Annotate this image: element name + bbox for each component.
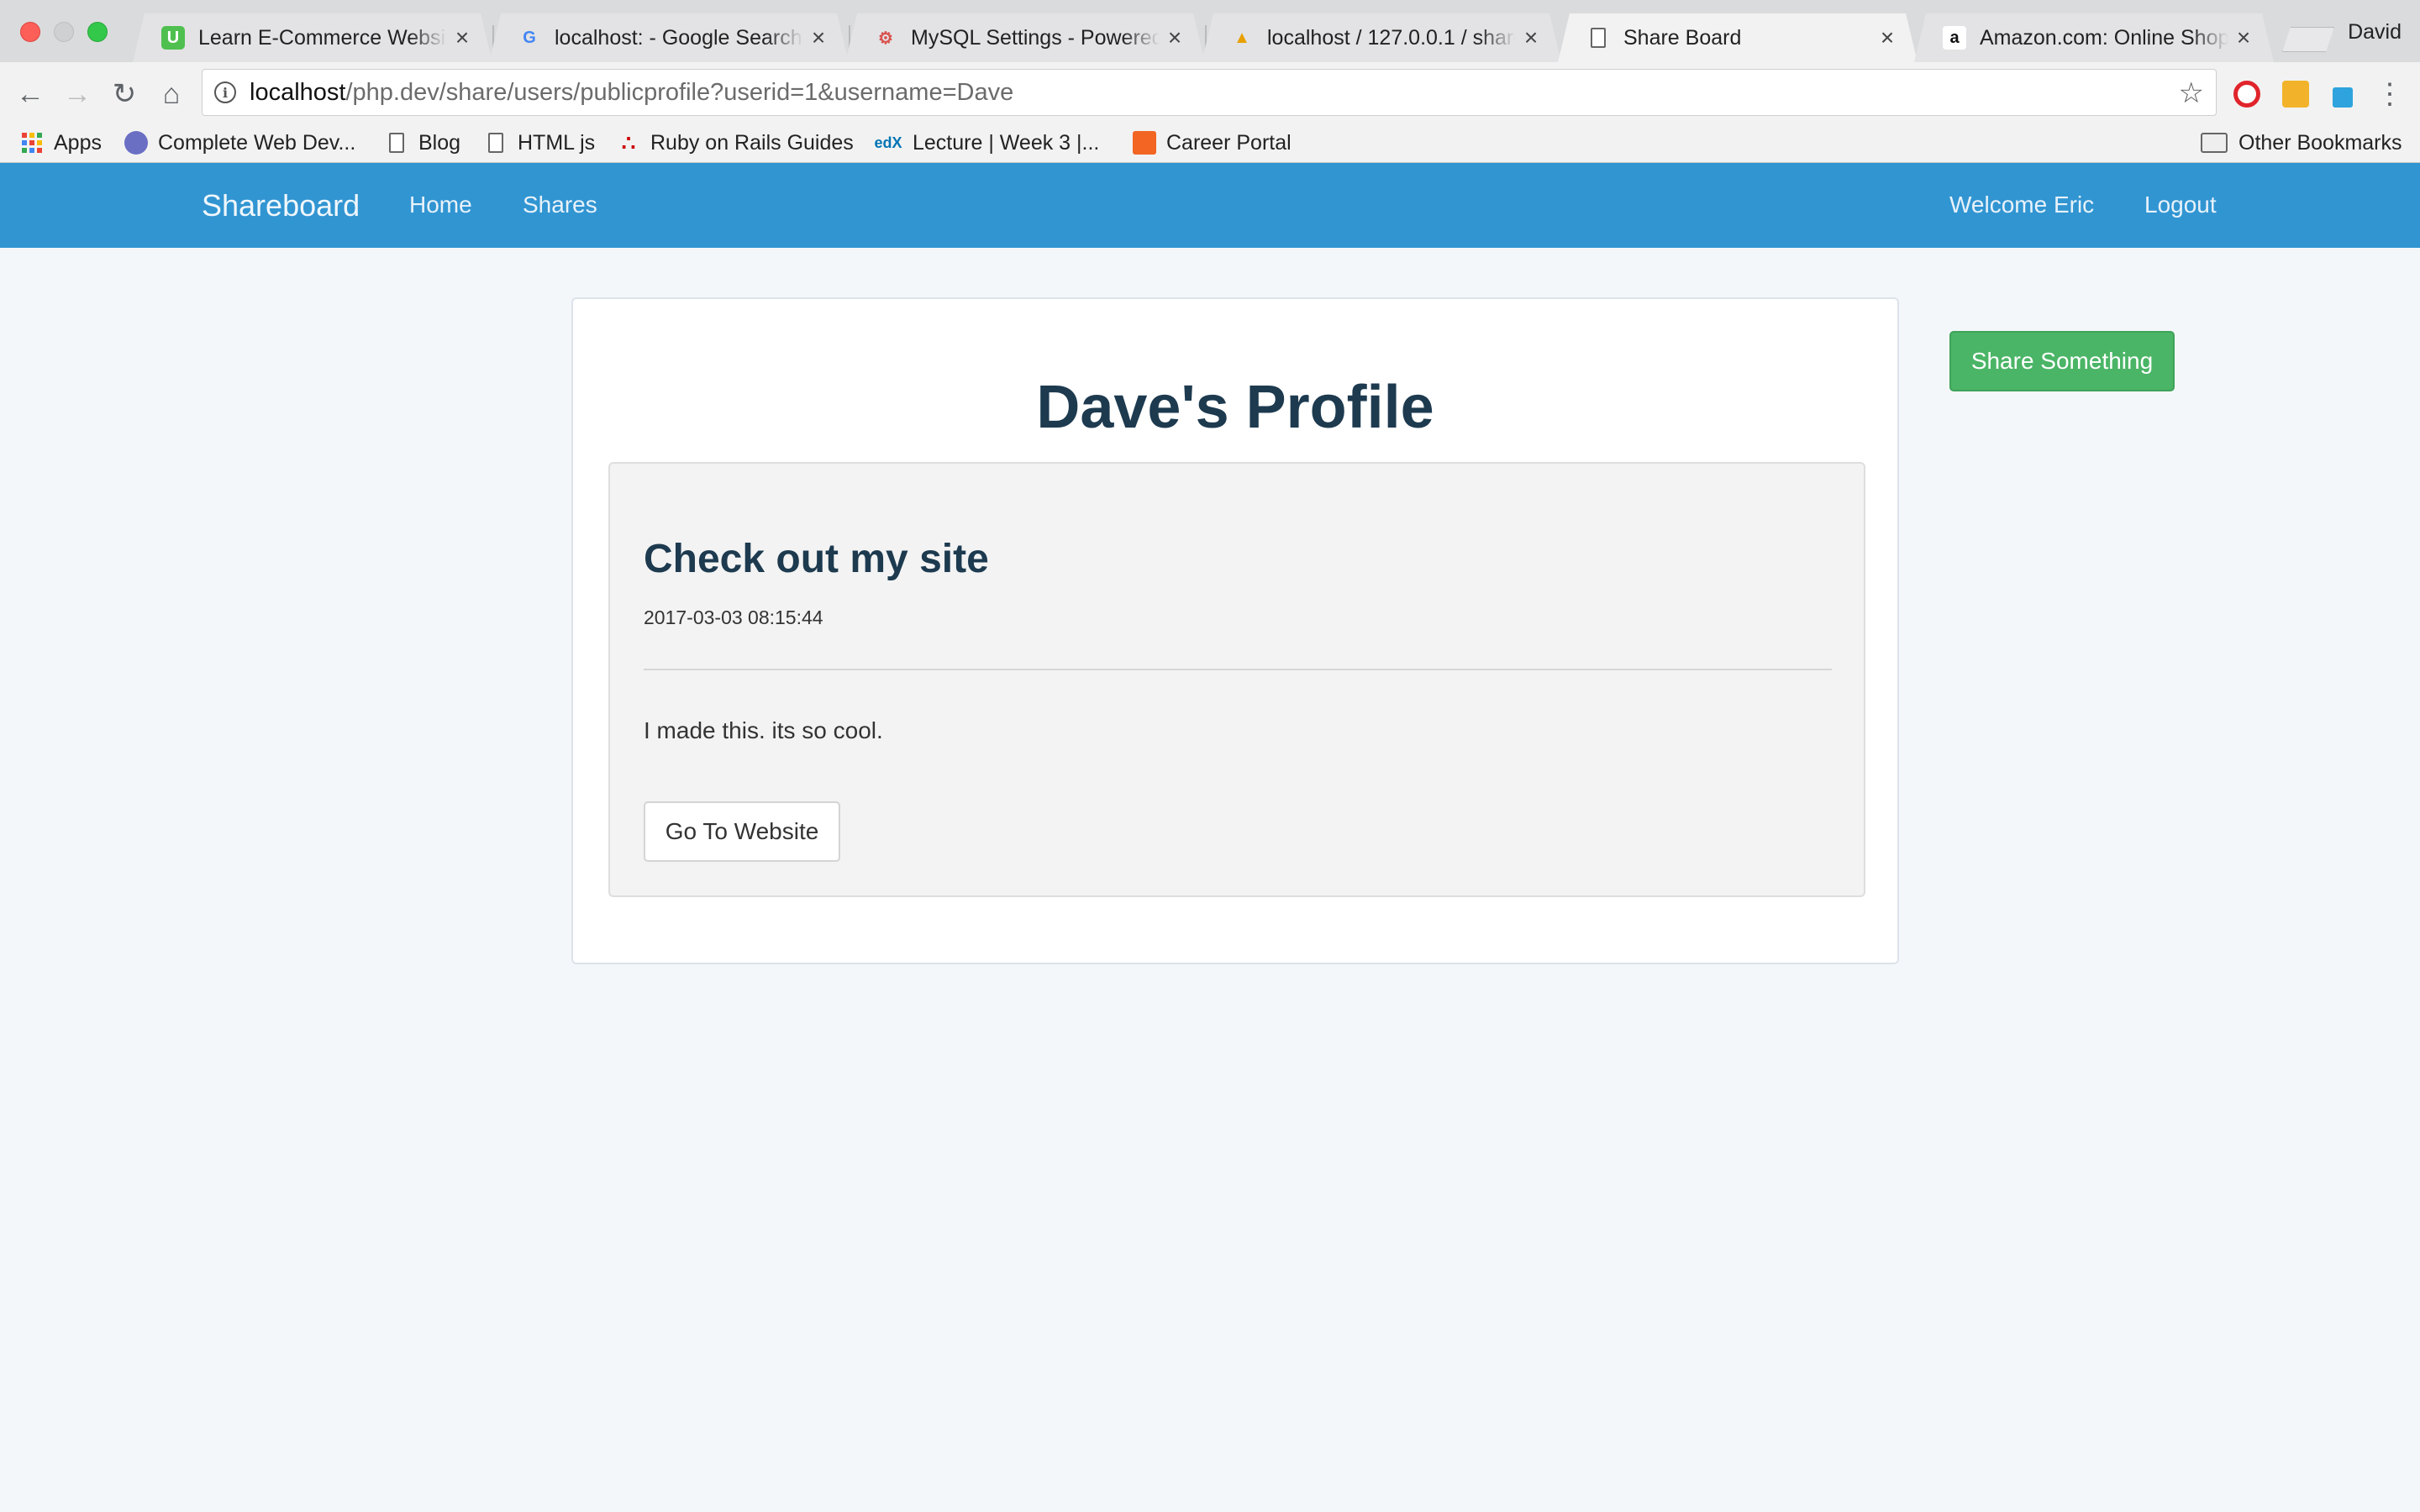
- phpmyadmin-icon: ▲: [1234, 28, 1250, 47]
- home-icon[interactable]: ⌂: [155, 77, 188, 111]
- tab-close-icon[interactable]: ×: [1516, 24, 1546, 51]
- window-close-button[interactable]: [20, 22, 40, 42]
- tab-title: Learn E-Commerce Website: [198, 25, 447, 50]
- extension-icon[interactable]: [2282, 81, 2309, 108]
- amazon-icon: a: [1943, 26, 1966, 50]
- folder-icon: [2200, 131, 2228, 155]
- browser-tab[interactable]: G localhost: - Google Search ×: [489, 13, 850, 62]
- browser-tab[interactable]: ▲ localhost / 127.0.0.1 / share ×: [1202, 13, 1561, 62]
- share-something-button[interactable]: Share Something: [1949, 331, 2175, 391]
- browser-menu-icon[interactable]: ⋮: [2373, 77, 2407, 111]
- bookmark-apps[interactable]: Apps: [20, 128, 102, 158]
- share-title: Check out my site: [644, 537, 989, 581]
- address-bar[interactable]: i localhost/php.dev/share/users/publicpr…: [202, 69, 2217, 116]
- bookmark-career-portal[interactable]: Career Portal: [1133, 128, 1292, 158]
- page-title: Dave's Profile: [1036, 374, 1434, 441]
- bookmark-lecture-week-3[interactable]: edX Lecture | Week 3 |...: [874, 128, 1099, 158]
- tab-title: Amazon.com: Online Shopp: [1980, 25, 2228, 50]
- nav-link-shares[interactable]: Shares: [523, 192, 597, 218]
- browser-tab[interactable]: a Amazon.com: Online Shopp ×: [1914, 13, 2274, 62]
- bookmark-complete-web-dev[interactable]: Complete Web Dev...: [124, 128, 355, 158]
- browser-profile-name[interactable]: David: [2348, 20, 2402, 45]
- go-to-website-button[interactable]: Go To Website: [644, 801, 840, 862]
- edx-icon: edX: [874, 134, 902, 151]
- bookmark-other-bookmarks[interactable]: Other Bookmarks: [2200, 128, 2402, 158]
- site-navbar: Shareboard Home Shares Welcome Eric Logo…: [0, 163, 2420, 248]
- browser-tab[interactable]: ⚙ MySQL Settings - Powered ×: [845, 13, 1207, 62]
- opera-extension-icon[interactable]: [2233, 81, 2260, 108]
- tab-close-icon[interactable]: ×: [1160, 24, 1190, 51]
- back-arrow-icon[interactable]: ←: [13, 77, 47, 111]
- google-icon: G: [523, 28, 536, 47]
- share-body: I made this. its so cool.: [644, 717, 883, 743]
- new-tab-button[interactable]: [2282, 27, 2334, 52]
- window-minimize-button[interactable]: [54, 22, 74, 42]
- tab-close-icon[interactable]: ×: [2228, 24, 2259, 51]
- apps-grid-icon: [20, 131, 44, 155]
- udemy-icon: U: [161, 26, 185, 50]
- tab-close-icon[interactable]: ×: [447, 24, 477, 51]
- divider: [644, 669, 1832, 670]
- site-info-icon[interactable]: i: [214, 81, 236, 103]
- bookmark-star-icon[interactable]: ☆: [2179, 76, 2204, 110]
- page-icon: [1586, 26, 1610, 50]
- browser-tab[interactable]: U Learn E-Commerce Website ×: [133, 13, 494, 62]
- browser-tab-active[interactable]: Share Board ×: [1558, 13, 1918, 62]
- bookmarks-bar: Apps Complete Web Dev... Blog HTML js ∴ …: [0, 123, 2420, 163]
- tab-close-icon[interactable]: ×: [803, 24, 834, 51]
- browser-tab-strip: U Learn E-Commerce Website × G localhost…: [0, 0, 2420, 62]
- page-icon: [385, 131, 408, 155]
- share-timestamp: 2017-03-03 08:15:44: [644, 606, 823, 628]
- nav-welcome-link[interactable]: Welcome Eric: [1949, 192, 2094, 218]
- nav-link-home[interactable]: Home: [409, 192, 472, 218]
- url-text[interactable]: localhost/php.dev/share/users/publicprof…: [250, 79, 1013, 107]
- reload-icon[interactable]: ↻: [108, 77, 141, 111]
- brand-link[interactable]: Shareboard: [202, 188, 360, 223]
- bookmark-ruby-on-rails-guides[interactable]: ∴ Ruby on Rails Guides: [617, 128, 854, 158]
- rails-icon: ∴: [621, 129, 636, 155]
- tab-title: localhost: - Google Search: [555, 25, 802, 50]
- tab-title: Share Board: [1623, 25, 1742, 50]
- page-icon: [484, 131, 508, 155]
- bookmark-blog[interactable]: Blog: [385, 128, 460, 158]
- bookmark-html-js[interactable]: HTML js: [484, 128, 595, 158]
- udemy-shield-icon: [124, 131, 148, 155]
- browser-toolbar: ← → ↻ ⌂ i localhost/php.dev/share/users/…: [0, 62, 2420, 123]
- share-item: Check out my site 2017-03-03 08:15:44 I …: [608, 462, 1865, 897]
- forward-arrow-icon[interactable]: →: [60, 77, 94, 111]
- sequel-pro-icon: ⚙: [878, 29, 893, 48]
- eyedropper-extension-icon[interactable]: [2333, 87, 2353, 108]
- nav-logout-link[interactable]: Logout: [2144, 192, 2217, 218]
- tab-title: localhost / 127.0.0.1 / share: [1267, 25, 1516, 50]
- window-zoom-button[interactable]: [87, 22, 108, 42]
- tab-close-icon[interactable]: ×: [1872, 24, 1902, 51]
- tab-title: MySQL Settings - Powered: [911, 25, 1160, 50]
- profile-card: Dave's Profile Check out my site 2017-03…: [571, 297, 1899, 964]
- career-portal-icon: [1133, 131, 1156, 155]
